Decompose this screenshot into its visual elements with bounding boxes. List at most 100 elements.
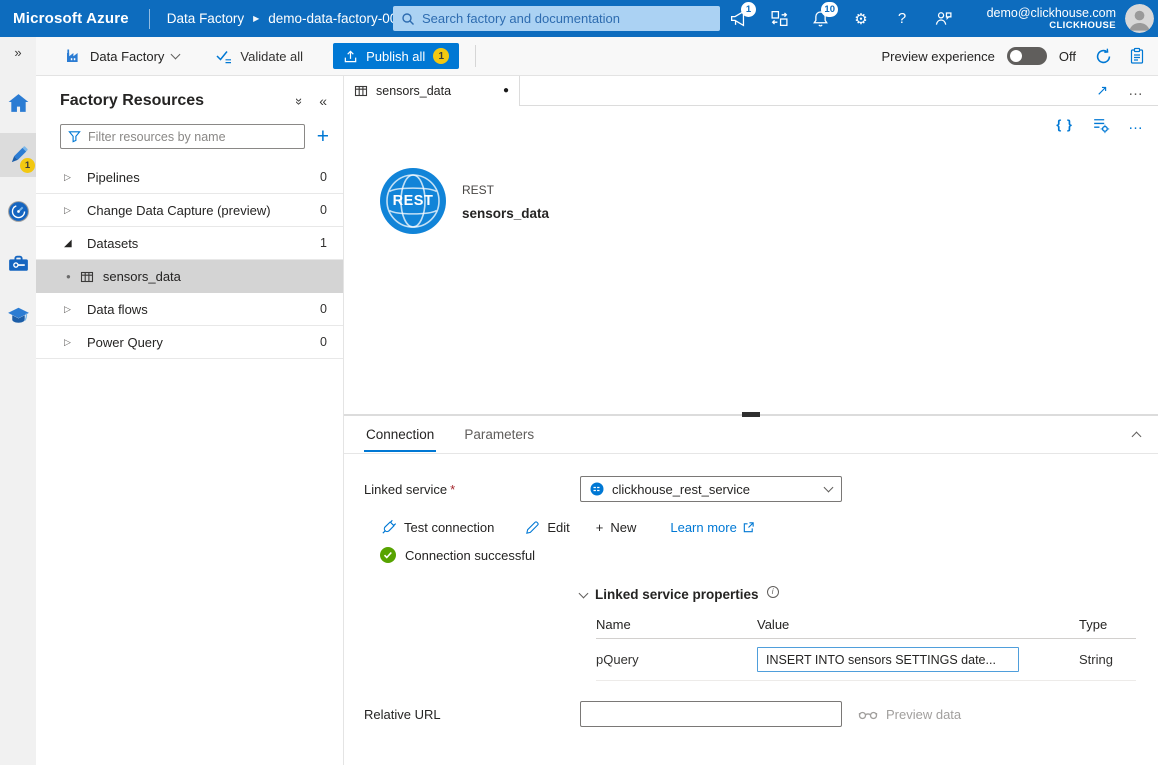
caret-right-icon[interactable]: ▷ [64, 172, 78, 183]
code-view-braces-icon[interactable]: { } [1056, 117, 1073, 132]
toggle-knob [1010, 50, 1022, 62]
factory-resources-title: Factory Resources [60, 92, 296, 110]
edit-button[interactable]: Edit [524, 520, 569, 536]
new-button[interactable]: + New [596, 520, 637, 536]
rail-monitor-button[interactable] [0, 193, 36, 229]
dataset-item-sensors-data[interactable]: ● sensors_data [36, 260, 343, 293]
validate-all-button[interactable]: Validate all [215, 47, 303, 65]
add-resource-button[interactable]: + [317, 127, 329, 147]
relative-url-input[interactable] [580, 701, 842, 727]
canvas-icon-row: { } … [344, 106, 1158, 142]
tab-more-icon[interactable]: … [1128, 82, 1144, 99]
help-icon[interactable]: ? [891, 8, 913, 30]
test-connection-plug-icon [380, 519, 397, 536]
connection-status-text: Connection successful [405, 548, 535, 563]
connection-form: Linked service* clickhouse_rest_service … [344, 476, 1158, 727]
property-name: pQuery [596, 652, 757, 667]
caret-expanded-icon[interactable]: ◢ [64, 238, 78, 249]
canvas-more-icon[interactable]: … [1128, 116, 1144, 133]
test-connection-label: Test connection [404, 520, 494, 535]
tab-connection[interactable]: Connection [364, 417, 436, 452]
refresh-icon[interactable] [1092, 45, 1114, 67]
info-icon[interactable]: i [767, 586, 779, 598]
directory-switcher-icon[interactable] [768, 8, 790, 30]
glasses-icon [858, 708, 878, 721]
global-search[interactable] [393, 6, 720, 31]
caret-right-icon[interactable]: ▷ [64, 205, 78, 216]
collapse-all-icon[interactable]: » [292, 97, 307, 104]
publish-all-button[interactable]: Publish all 1 [333, 43, 459, 69]
tree-item-pipelines[interactable]: ▷ Pipelines 0 [36, 161, 343, 194]
notifications-bell-icon[interactable]: 10 [809, 8, 831, 30]
tree-item-dataflows[interactable]: ▷ Data flows 0 [36, 293, 343, 326]
tree-item-datasets[interactable]: ◢ Datasets 1 [36, 227, 343, 260]
tree-item-cdc[interactable]: ▷ Change Data Capture (preview) 0 [36, 194, 343, 227]
tree-item-powerquery[interactable]: ▷ Power Query 0 [36, 326, 343, 359]
account-tenant: CLICKHOUSE [1049, 20, 1116, 31]
col-name: Name [596, 617, 757, 632]
properties-title: Linked service properties [595, 587, 759, 602]
publish-all-label: Publish all [366, 49, 425, 64]
breadcrumb-root[interactable]: Data Factory [167, 11, 244, 26]
factory-selector[interactable]: Data Factory [64, 47, 179, 65]
properties-list-icon[interactable] [1091, 115, 1110, 134]
settings-gear-icon[interactable]: ⚙ [850, 8, 872, 30]
caret-right-icon[interactable]: ▷ [64, 304, 78, 315]
required-asterisk: * [450, 482, 455, 497]
filter-box[interactable] [60, 124, 305, 149]
learn-more-link[interactable]: Learn more [670, 520, 754, 535]
new-label: New [610, 520, 636, 535]
relative-url-label: Relative URL [364, 707, 580, 722]
tabstrip-actions: ↗ … [520, 76, 1158, 106]
properties-table-header: Name Value Type [596, 610, 1136, 639]
collapse-sidebar-icon[interactable]: « [319, 93, 327, 109]
rest-dataset-card: REST REST sensors_data [380, 168, 1158, 234]
property-value-input[interactable] [757, 647, 1019, 672]
avatar[interactable] [1125, 4, 1154, 33]
breadcrumb-current[interactable]: demo-data-factory-00 [268, 11, 397, 26]
announcements-megaphone-icon[interactable]: 1 [727, 8, 749, 30]
tab-sensors-data[interactable]: sensors_data ● [344, 76, 520, 106]
panel-resize-handle[interactable] [742, 412, 760, 417]
rail-author-button[interactable]: 1 [0, 133, 36, 177]
col-type: Type [1079, 617, 1136, 632]
filter-input[interactable] [88, 130, 297, 144]
dataset-item-label: sensors_data [103, 269, 181, 284]
publish-count-badge: 1 [433, 48, 449, 64]
edit-label: Edit [547, 520, 569, 535]
property-type: String [1079, 652, 1136, 667]
test-connection-button[interactable]: Test connection [380, 519, 494, 536]
search-input[interactable] [422, 11, 712, 26]
toolbar-right: Preview experience Off [881, 45, 1158, 67]
panel-collapse-chevron-icon[interactable] [1132, 432, 1142, 442]
rail-expand-icon[interactable]: » [14, 45, 21, 69]
tree-item-count: 0 [320, 302, 327, 316]
validate-all-label: Validate all [240, 49, 303, 64]
panel-tabs: Connection Parameters [344, 416, 1158, 454]
chevron-down-icon [824, 483, 834, 493]
linked-service-dropdown[interactable]: clickhouse_rest_service [580, 476, 842, 502]
azure-brand[interactable]: Microsoft Azure [0, 10, 149, 27]
graduation-cap-icon [6, 303, 31, 328]
linked-service-properties-header[interactable]: Linked service properties i [580, 587, 1158, 602]
tab-parameters[interactable]: Parameters [462, 417, 536, 452]
feedback-icon[interactable] [932, 8, 954, 30]
topbar-divider [149, 9, 150, 29]
factory-icon [64, 47, 82, 65]
factory-resources-header: Factory Resources » « [36, 76, 343, 122]
toolbox-icon [6, 251, 31, 276]
linked-service-row: Linked service* clickhouse_rest_service [364, 476, 1158, 502]
account-info[interactable]: demo@clickhouse.com CLICKHOUSE [987, 0, 1116, 37]
rail-learning-button[interactable] [0, 297, 36, 333]
rail-manage-button[interactable] [0, 245, 36, 281]
dataset-table-icon [80, 270, 94, 284]
expand-diagonal-icon[interactable]: ↗ [1096, 82, 1108, 99]
rail-home-button[interactable] [0, 85, 36, 121]
rest-badge-text: REST [380, 168, 446, 234]
factory-toolbar: Data Factory Validate all Publish all 1 … [36, 37, 1158, 76]
chevron-down-icon [171, 50, 181, 60]
preview-data-button[interactable]: Preview data [858, 707, 961, 722]
clipboard-notes-icon[interactable] [1126, 45, 1148, 67]
caret-right-icon[interactable]: ▷ [64, 337, 78, 348]
preview-experience-toggle[interactable] [1007, 47, 1047, 65]
